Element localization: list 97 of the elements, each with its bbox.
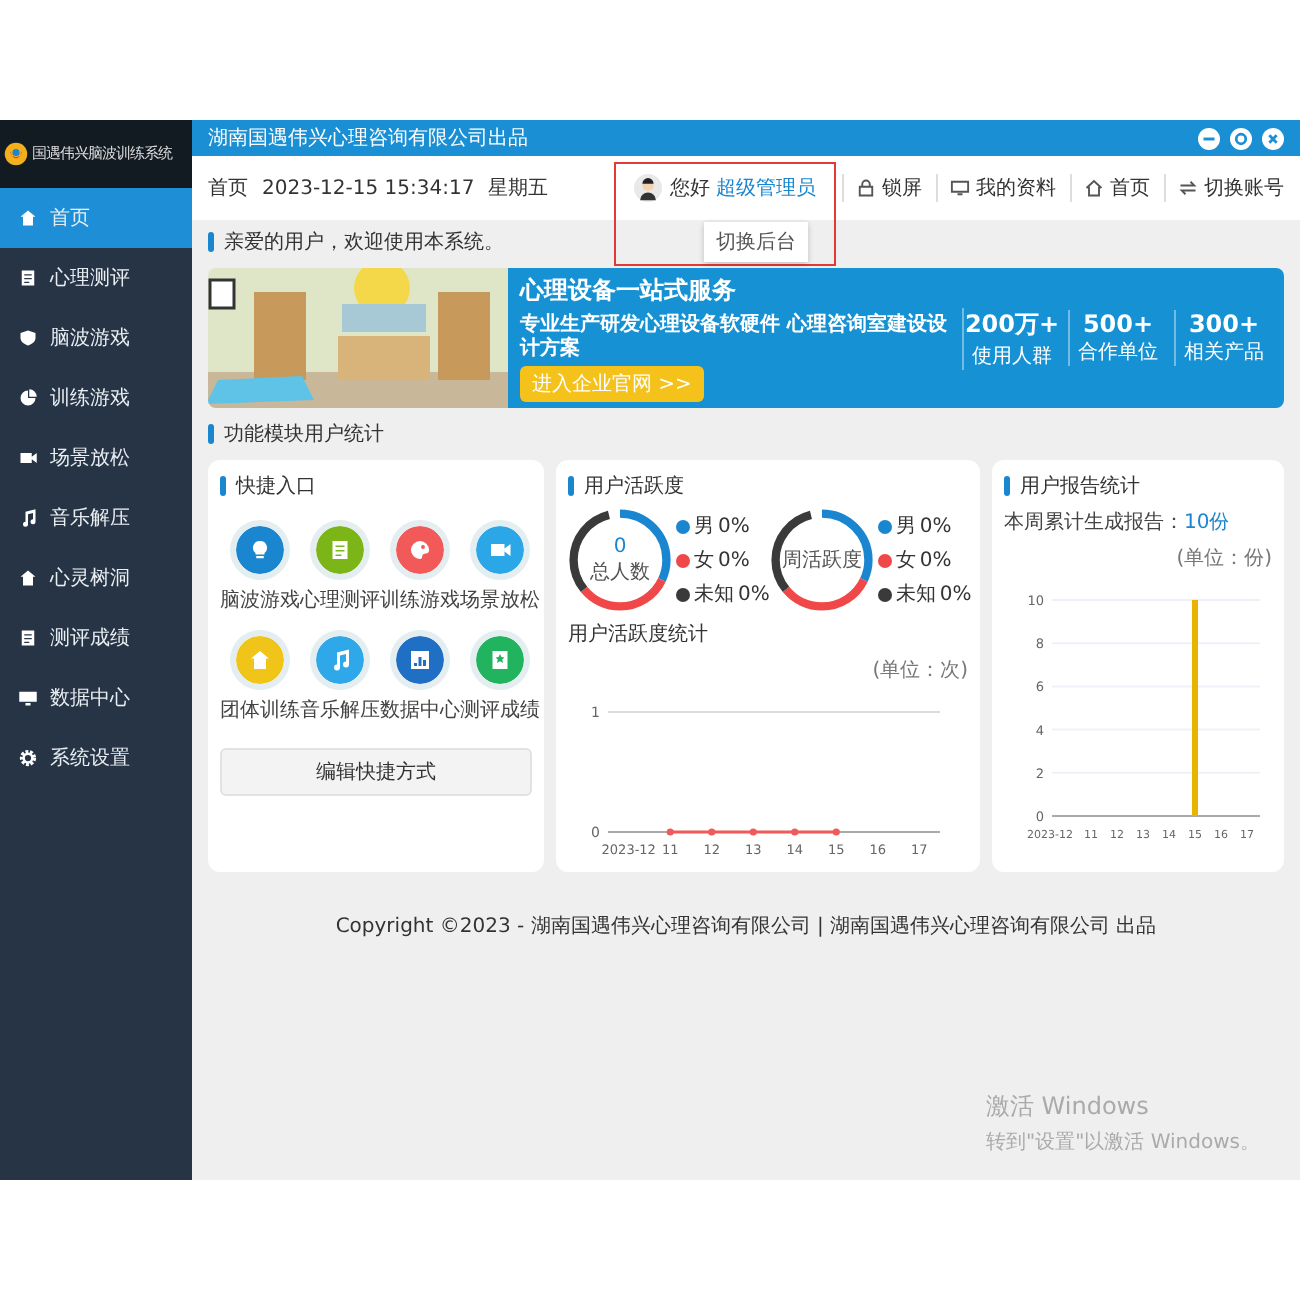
- legend-value: 0%: [919, 515, 952, 537]
- close-icon[interactable]: [1262, 127, 1284, 149]
- stat-value: 500+: [1082, 310, 1154, 338]
- monitor-icon: [18, 688, 38, 708]
- sidebar-item[interactable]: 脑波游戏: [0, 308, 192, 368]
- legend-label: 男: [895, 514, 916, 540]
- header-link[interactable]: 切换账号: [1164, 174, 1284, 202]
- stat-label: 相关产品: [1184, 339, 1264, 366]
- ring-icon[interactable]: [1230, 127, 1252, 149]
- legend-label: 女: [694, 548, 714, 574]
- lightbulb-icon[interactable]: [230, 520, 290, 580]
- activation-hint: 转到"设置"以激活 Windows。: [985, 1129, 1260, 1156]
- pie-icon: [18, 388, 38, 408]
- data-point: [749, 828, 757, 836]
- house-icon: [18, 208, 38, 228]
- sidebar-item[interactable]: 音乐解压: [0, 488, 192, 548]
- legend-value: 0%: [939, 583, 972, 605]
- banner-title: 心理设备一站式服务: [520, 274, 736, 308]
- music-note-icon[interactable]: [310, 630, 370, 690]
- minimize-icon[interactable]: [1198, 127, 1220, 149]
- shortcut-label[interactable]: 训练游戏: [380, 586, 460, 614]
- legend-label: 男: [694, 514, 714, 540]
- header-link[interactable]: 首页: [1070, 174, 1150, 202]
- legend-label: 未知: [895, 581, 936, 608]
- dropdown-item[interactable]: 切换后台: [704, 222, 808, 262]
- donut-label: 总人数: [590, 559, 650, 585]
- document-icon[interactable]: [310, 520, 370, 580]
- banner-subtitle: 专业生产研发心理设备软硬件 心理咨询室建设设计方案: [520, 314, 949, 360]
- switch-icon: [1178, 178, 1198, 198]
- weekday: 星期五: [488, 175, 549, 202]
- sidebar-item[interactable]: 训练游戏: [0, 368, 192, 428]
- shortcut-label[interactable]: 脑波游戏: [220, 586, 300, 614]
- shortcut-label[interactable]: 心理测评: [300, 586, 380, 614]
- house-icon: [18, 568, 38, 588]
- header-link[interactable]: 我的资料: [936, 174, 1056, 202]
- monitor-icon: [950, 178, 970, 198]
- card-title: 用户活跃度: [584, 473, 684, 500]
- card-title: 快捷入口: [236, 473, 316, 500]
- sidebar-item[interactable]: 测评成绩: [0, 608, 192, 668]
- sidebar-item[interactable]: 心灵树洞: [0, 548, 192, 608]
- shortcut-label[interactable]: 场景放松: [460, 586, 540, 614]
- data-point: [666, 828, 674, 836]
- legend-label: 女: [895, 548, 916, 574]
- house-icon: [1084, 178, 1104, 198]
- date-time: 2023-12-15 15:34:17: [262, 177, 475, 199]
- document-icon: [18, 628, 38, 648]
- shortcut-label[interactable]: 测评成绩: [460, 696, 540, 724]
- palette-icon[interactable]: [390, 520, 450, 580]
- total-count: 0: [613, 535, 627, 557]
- legend-value: 0%: [718, 549, 750, 571]
- shortcut-label[interactable]: 音乐解压: [300, 696, 380, 724]
- legend-value: 0%: [919, 549, 952, 571]
- bar-chart-icon[interactable]: [390, 630, 450, 690]
- card-title: 用户报告统计: [1020, 473, 1140, 500]
- copyright-text: Copyright ©2023 - 湖南国遇伟兴心理咨询有限公司 | 湖南国遇伟兴心理咨询有限公司 出品: [335, 913, 1157, 940]
- header-link[interactable]: 锁屏: [842, 174, 922, 202]
- greeting-text: 亲爱的用户，欢迎使用本系统。: [224, 229, 504, 256]
- donut-chart: [568, 508, 672, 612]
- shortcut-label[interactable]: 数据中心: [380, 696, 460, 724]
- legend-label: 未知: [694, 581, 734, 608]
- shield-icon: [18, 328, 38, 348]
- company-text: 湖南国遇伟兴心理咨询有限公司出品: [208, 125, 528, 152]
- sidebar-item[interactable]: 系统设置: [0, 728, 192, 788]
- chart-title: 用户活跃度统计: [568, 621, 710, 648]
- video-camera-icon: [18, 448, 38, 468]
- data-point: [708, 828, 716, 836]
- section-title: 功能模块用户统计: [224, 421, 384, 448]
- logo-icon: [4, 142, 28, 166]
- lock-icon: [856, 178, 876, 198]
- gear-icon: [18, 748, 38, 768]
- data-point: [791, 828, 799, 836]
- legend-value: 0%: [718, 515, 750, 537]
- video-camera-icon[interactable]: [470, 520, 530, 580]
- edit-shortcuts-button[interactable]: 编辑快捷方式: [220, 748, 532, 796]
- unit-label: (单位：份): [1176, 545, 1272, 572]
- stat-value: 300+: [1188, 310, 1260, 338]
- donut-label: 周活跃度: [781, 547, 862, 574]
- sidebar-item[interactable]: 场景放松: [0, 428, 192, 488]
- music-note-icon: [18, 508, 38, 528]
- sidebar-item[interactable]: 心理测评: [0, 248, 192, 308]
- sidebar-item[interactable]: 数据中心: [0, 668, 192, 728]
- donut-chart: [769, 508, 874, 612]
- stat-label: 使用人群: [972, 343, 1052, 369]
- stat-label: 合作单位: [1078, 339, 1158, 366]
- shortcut-label[interactable]: 团体训练: [220, 696, 300, 724]
- stat-value: 200万+: [964, 307, 1060, 341]
- unit-label: (单位：次): [872, 657, 968, 684]
- house-icon[interactable]: [230, 630, 290, 690]
- legend-value: 0%: [738, 583, 770, 605]
- activation-notice: 激活 Windows: [985, 1090, 1151, 1124]
- avatar-icon: [633, 174, 662, 202]
- document-icon: [18, 268, 38, 288]
- user-greeting[interactable]: 您好 超级管理员: [669, 174, 816, 202]
- report-summary: 本周累计生成报告：10份: [1004, 509, 1232, 536]
- breadcrumb[interactable]: 首页: [208, 174, 248, 202]
- certificate-icon[interactable]: [470, 630, 530, 690]
- data-point: [832, 828, 840, 836]
